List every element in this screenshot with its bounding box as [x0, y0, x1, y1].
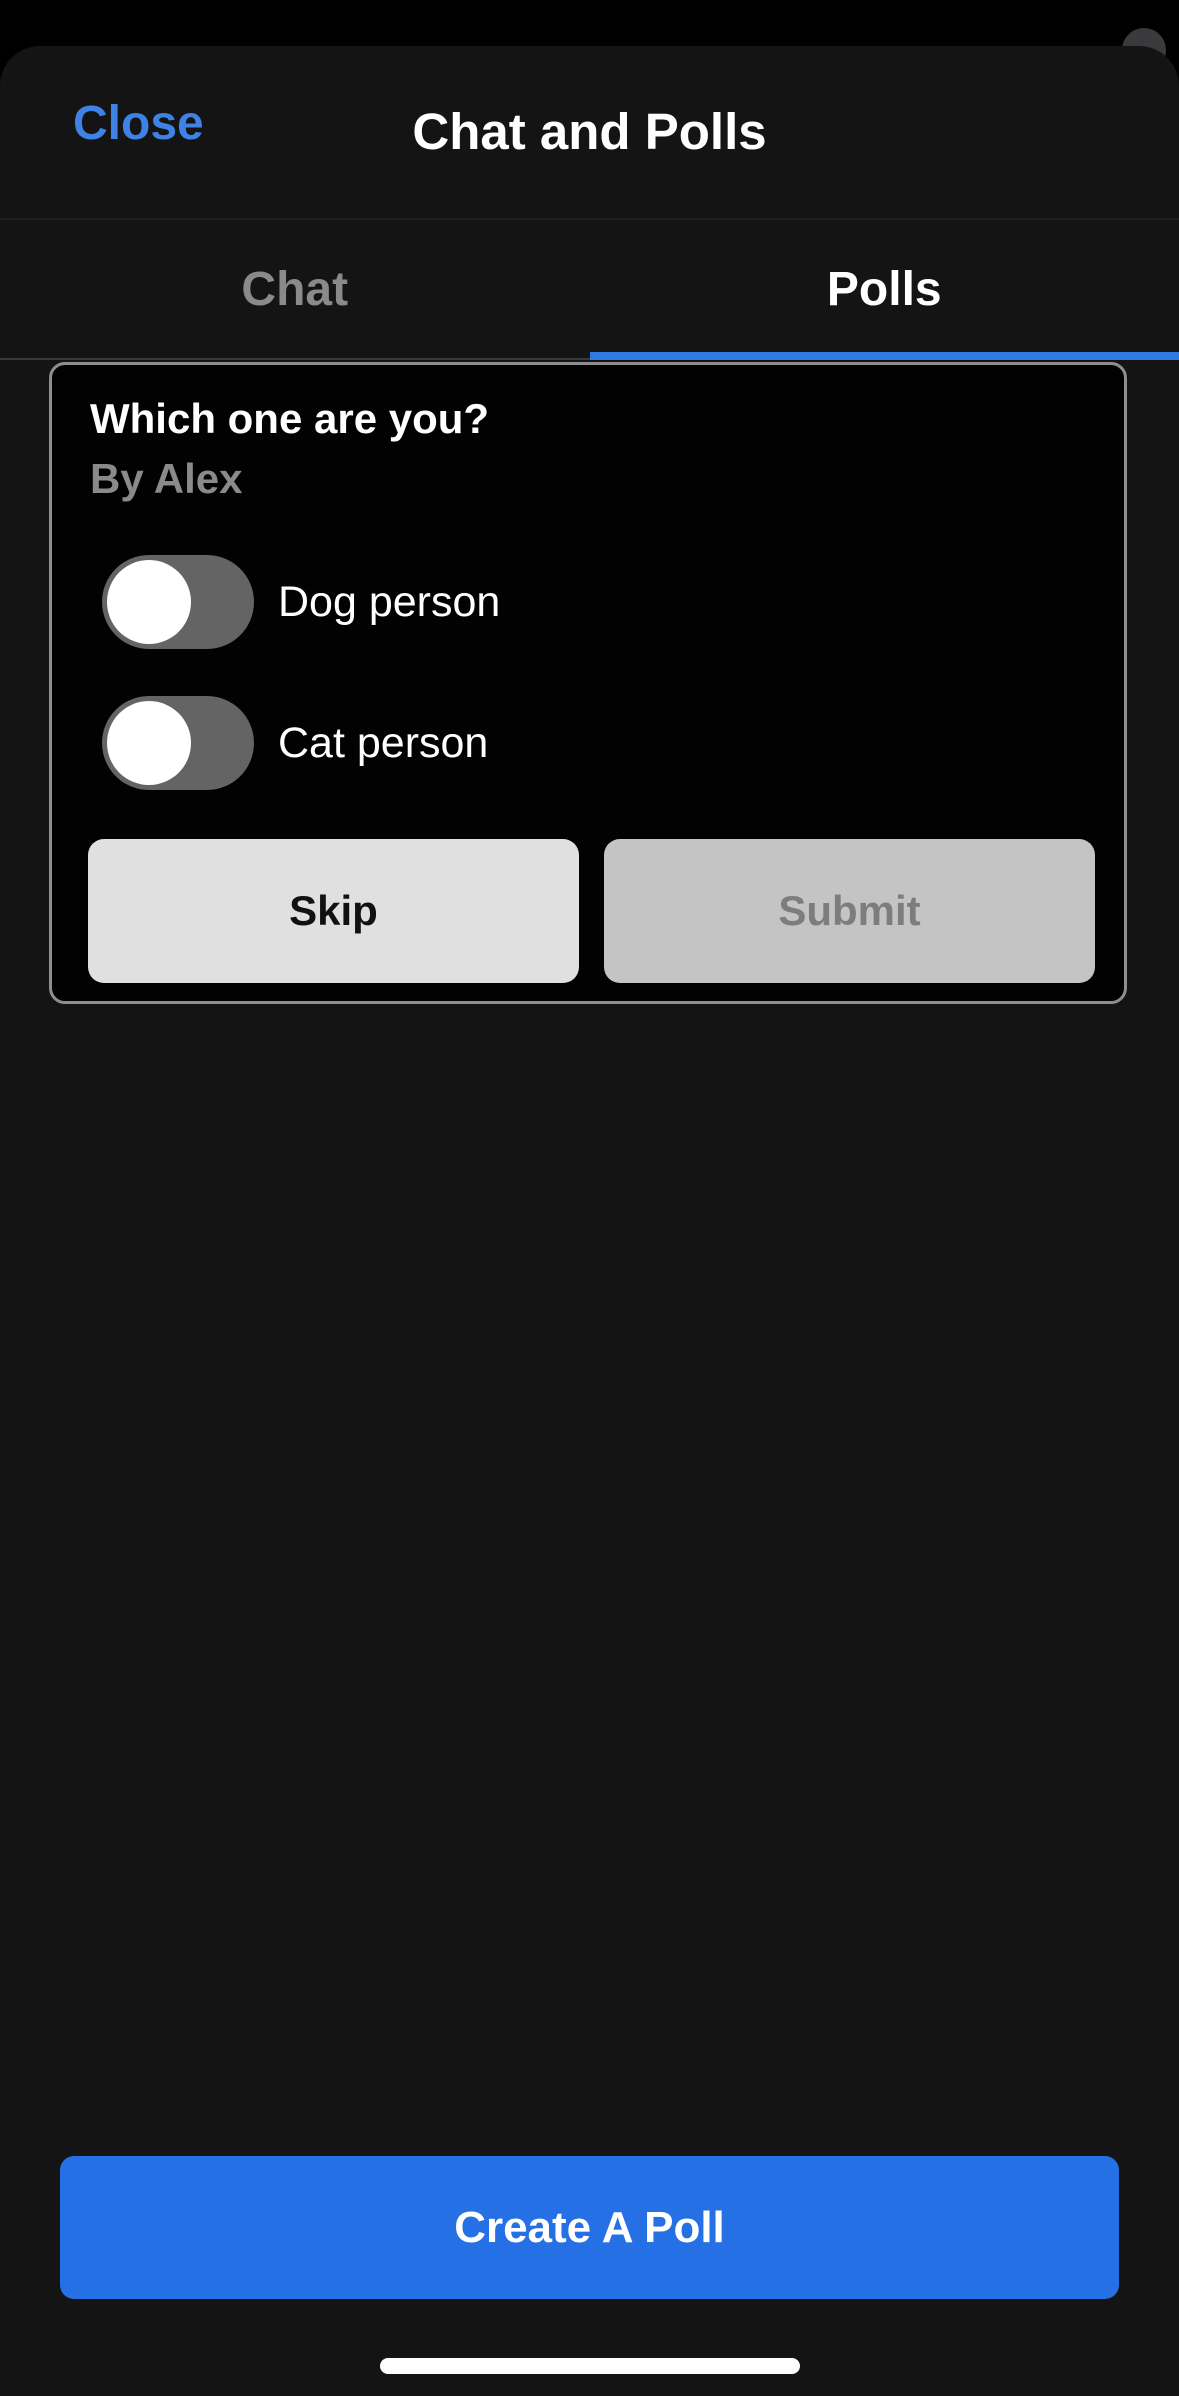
toggle-knob	[107, 701, 191, 785]
tab-chat[interactable]: Chat	[0, 220, 590, 358]
submit-button[interactable]: Submit	[604, 839, 1095, 983]
poll-option-dog[interactable]: Dog person	[102, 555, 500, 649]
poll-card: Which one are you? By Alex Dog person Ca…	[49, 362, 1127, 1004]
poll-option-cat[interactable]: Cat person	[102, 696, 488, 790]
option-toggle[interactable]	[102, 696, 254, 790]
skip-button[interactable]: Skip	[88, 839, 579, 983]
option-label: Dog person	[278, 577, 501, 626]
toggle-knob	[107, 560, 191, 644]
tab-polls[interactable]: Polls	[589, 220, 1179, 360]
create-poll-button[interactable]: Create A Poll	[60, 2156, 1119, 2299]
nav-bar: Close Chat and Polls	[0, 46, 1179, 220]
home-indicator	[380, 2358, 800, 2374]
chat-polls-sheet: Close Chat and Polls Chat Polls Which on…	[0, 46, 1179, 2396]
poll-author: By Alex	[90, 455, 243, 502]
poll-question: Which one are you?	[90, 395, 490, 442]
option-label: Cat person	[278, 718, 489, 767]
sheet-title: Chat and Polls	[412, 103, 767, 160]
option-toggle[interactable]	[102, 555, 254, 649]
tab-bar: Chat Polls	[0, 220, 1179, 360]
